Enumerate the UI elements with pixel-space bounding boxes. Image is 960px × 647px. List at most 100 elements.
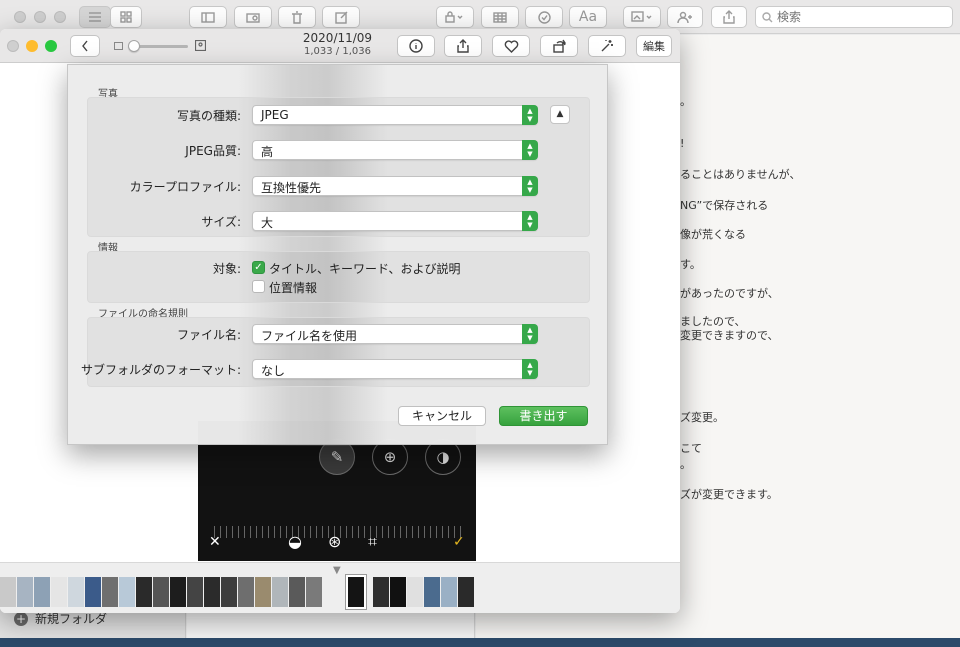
info-icon [409,39,423,53]
delete-button[interactable] [278,6,316,28]
jpeg-quality-popup[interactable]: 高 ▲ ▼ [252,140,538,160]
close-button[interactable] [7,40,19,52]
filmstrip-thumbnail[interactable] [17,577,33,607]
minimize-button[interactable] [34,11,46,23]
filmstrip-thumbnail[interactable] [85,577,101,607]
share-icon [457,39,469,53]
filmstrip-thumbnail[interactable] [458,577,474,607]
photo-date: 2020/11/09 [302,31,373,45]
edit-button[interactable]: 編集 [636,35,672,57]
filmstrip-thumbnail[interactable] [51,577,67,607]
add-people-icon [676,11,692,23]
checkmark-icon: ✓ [453,534,465,550]
note-line: 変更できますので、 [680,329,779,342]
zoom-button[interactable] [45,40,57,52]
share-button[interactable] [444,35,482,57]
size-popup[interactable]: 大 ▲ ▼ [252,211,538,231]
filmstrip-thumbnail[interactable] [68,577,84,607]
rotate-icon [552,39,566,53]
filmstrip-thumbnail[interactable] [323,577,339,607]
rotate-button[interactable] [540,35,578,57]
file-name-popup[interactable]: ファイル名を使用 ▲ ▼ [252,324,538,344]
filmstrip-thumbnail[interactable] [289,577,305,607]
format-button[interactable]: Aa [569,6,607,28]
subfolder-format-label: サブフォルダのフォーマット: [80,363,241,377]
share-note-button[interactable] [667,6,703,28]
location-checkbox[interactable] [252,280,265,293]
attachment-icon [246,12,260,23]
photo-type-value: JPEG [261,108,289,122]
filmstrip-thumbnail[interactable] [238,577,254,607]
filmstrip-thumbnail[interactable] [407,577,423,607]
attachments-button[interactable] [234,6,272,28]
collapse-button[interactable]: ▲ [550,105,570,124]
export-button[interactable]: 書き出す [499,406,588,426]
heart-icon [504,39,518,53]
filmstrip-thumbnail[interactable] [441,577,457,607]
magic-wand-icon [601,40,613,52]
filmstrip-thumbnail[interactable] [390,577,406,607]
cancel-button[interactable]: キャンセル [398,406,486,426]
compose-icon [334,11,347,24]
zoom-slider-knob[interactable] [128,40,140,52]
large-thumbnail-icon [195,40,206,51]
enhance-button[interactable] [588,35,626,57]
filmstrip-thumbnail[interactable] [221,577,237,607]
search-input[interactable] [777,10,927,24]
compose-button[interactable] [322,6,360,28]
filmstrip-thumbnail[interactable] [119,577,135,607]
sidebar-icon [201,11,215,23]
minimize-button[interactable] [26,40,38,52]
media-button[interactable] [623,6,661,28]
title-keywords-checkbox[interactable]: ✓ [252,261,265,274]
info-button[interactable] [397,35,435,57]
color-profile-value: 互換性優先 [261,181,322,195]
note-line: ることはありませんが、 [680,168,801,181]
filmstrip-thumbnail[interactable] [272,577,288,607]
filmstrip-thumbnail[interactable] [187,577,203,607]
back-button[interactable] [70,35,100,57]
filmstrip-thumbnail[interactable] [136,577,152,607]
gallery-view-button[interactable] [110,6,142,28]
filmstrip-thumbnail[interactable] [0,577,16,607]
favorite-button[interactable] [492,35,530,57]
note-line: ズが変更できます。 [680,488,778,501]
filmstrip-thumbnail[interactable] [373,577,389,607]
filmstrip-thumbnail[interactable] [153,577,169,607]
location-label: 位置情報 [269,281,318,295]
filmstrip-thumbnail[interactable] [34,577,50,607]
search-field[interactable] [755,6,953,28]
zoom-button[interactable] [54,11,66,23]
color-profile-popup[interactable]: 互換性優先 ▲ ▼ [252,176,538,196]
table-button[interactable] [481,6,519,28]
filmstrip-thumbnail[interactable] [306,577,322,607]
filmstrip-thumbnail[interactable] [255,577,271,607]
filmstrip-thumbnail[interactable] [170,577,186,607]
size-value: 大 [261,216,274,230]
photo-type-popup[interactable]: JPEG ▲ ▼ [252,105,538,125]
subfolder-format-value: なし [261,364,286,378]
stepper-icon: ▲ ▼ [522,176,538,196]
filmstrip[interactable]: ▼ [0,562,680,613]
small-thumbnail-icon [114,42,123,50]
sidebar-toggle-button[interactable] [189,6,227,28]
photo-icon [631,11,652,22]
close-icon: ✕ [209,534,221,550]
note-line: ! [680,137,685,150]
chevron-left-icon [82,40,88,52]
photo-count: 1,033 / 1,036 [304,46,371,57]
filmstrip-thumbnail[interactable] [424,577,440,607]
close-button[interactable] [14,11,26,23]
contrast-icon: ◑ [436,448,450,466]
search-icon [762,11,773,22]
target-label: 対象: [212,262,241,276]
subfolder-format-popup[interactable]: なし ▲ ▼ [252,359,538,379]
export-note-button[interactable] [711,6,747,28]
filmstrip-thumbnail[interactable] [346,575,366,609]
filmstrip-thumbnail[interactable] [102,577,118,607]
info-settings-group [87,251,590,303]
list-view-button[interactable] [79,6,111,28]
filmstrip-thumbnail[interactable] [204,577,220,607]
lock-button[interactable] [436,6,474,28]
checklist-button[interactable] [525,6,563,28]
